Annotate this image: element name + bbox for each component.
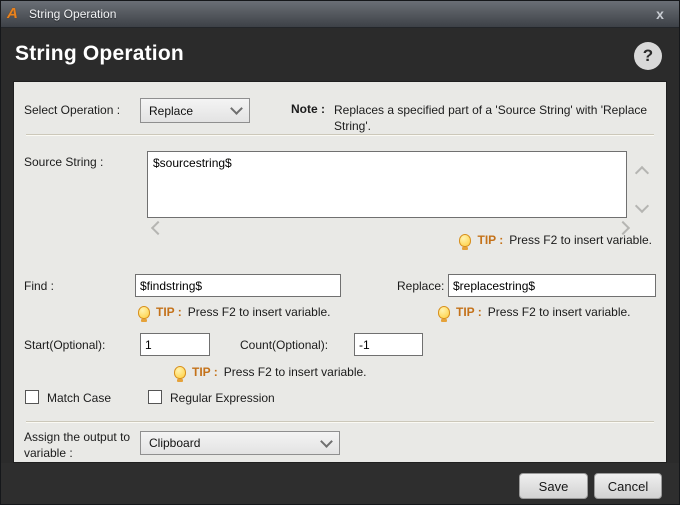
- tip-label: TIP :: [456, 305, 482, 319]
- tip-source: TIP : Press F2 to insert variable.: [459, 233, 652, 250]
- note-text: Replaces a specified part of a 'Source S…: [334, 103, 648, 133]
- replace-label: Replace:: [397, 279, 445, 293]
- tip-replace: TIP : Press F2 to insert variable.: [438, 305, 631, 322]
- note-label: Note :: [291, 102, 325, 116]
- start-label: Start(Optional):: [24, 338, 106, 352]
- select-operation-label: Select Operation :: [24, 103, 121, 117]
- tip-find: TIP : Press F2 to insert variable.: [138, 305, 331, 322]
- replace-input[interactable]: [448, 274, 656, 297]
- tip-text: Press F2 to insert variable.: [187, 305, 331, 319]
- separator: [26, 421, 654, 423]
- tip-text: Press F2 to insert variable.: [487, 305, 631, 319]
- scroll-down-icon[interactable]: [634, 198, 650, 214]
- count-label: Count(Optional):: [240, 338, 329, 352]
- count-input[interactable]: [354, 333, 423, 356]
- assign-output-label: Assign the output to variable :: [24, 430, 131, 460]
- tip-start-count: TIP : Press F2 to insert variable.: [174, 365, 367, 382]
- lightbulb-icon: [174, 365, 186, 382]
- cancel-button[interactable]: Cancel: [594, 473, 662, 499]
- regular-expression-checkbox[interactable]: [148, 390, 162, 404]
- lightbulb-icon: [438, 305, 450, 322]
- assign-output-value: Clipboard: [149, 436, 201, 450]
- find-label: Find :: [24, 279, 55, 293]
- page-title: String Operation: [15, 42, 184, 65]
- start-input[interactable]: [140, 333, 210, 356]
- tip-text: Press F2 to insert variable.: [509, 233, 652, 247]
- select-operation-dropdown[interactable]: Replace: [140, 98, 250, 123]
- tip-label: TIP :: [192, 365, 218, 379]
- scroll-left-icon[interactable]: [150, 220, 166, 236]
- source-string-textarea[interactable]: $sourcestring$: [147, 151, 627, 218]
- assign-output-dropdown[interactable]: Clipboard: [140, 431, 340, 455]
- form-panel: Select Operation : Replace Note : Replac…: [13, 81, 667, 463]
- select-operation-value: Replace: [149, 103, 194, 118]
- lightbulb-icon: [459, 233, 472, 250]
- titlebar[interactable]: A String Operation x: [1, 1, 679, 28]
- string-operation-dialog: A String Operation x String Operation ? …: [0, 0, 680, 505]
- find-input[interactable]: [135, 274, 341, 297]
- app-logo-icon: A: [7, 5, 18, 22]
- match-case-checkbox[interactable]: [25, 390, 39, 404]
- source-string-label: Source String :: [24, 155, 104, 169]
- regular-expression-label: Regular Expression: [170, 391, 275, 405]
- tip-label: TIP :: [477, 233, 504, 247]
- lightbulb-icon: [138, 305, 150, 322]
- tip-label: TIP :: [156, 305, 182, 319]
- save-button[interactable]: Save: [519, 473, 588, 499]
- scroll-up-icon[interactable]: [634, 165, 650, 181]
- match-case-label: Match Case: [47, 391, 112, 405]
- tip-text: Press F2 to insert variable.: [223, 365, 367, 379]
- help-icon[interactable]: ?: [634, 42, 662, 70]
- dialog-footer: Save Cancel: [1, 463, 679, 504]
- separator: [26, 134, 654, 136]
- chevron-down-icon: [320, 434, 333, 448]
- dialog-header: String Operation ?: [1, 28, 679, 81]
- window-title: String Operation: [29, 7, 117, 21]
- chevron-down-icon: [230, 102, 243, 115]
- close-icon[interactable]: x: [651, 5, 669, 23]
